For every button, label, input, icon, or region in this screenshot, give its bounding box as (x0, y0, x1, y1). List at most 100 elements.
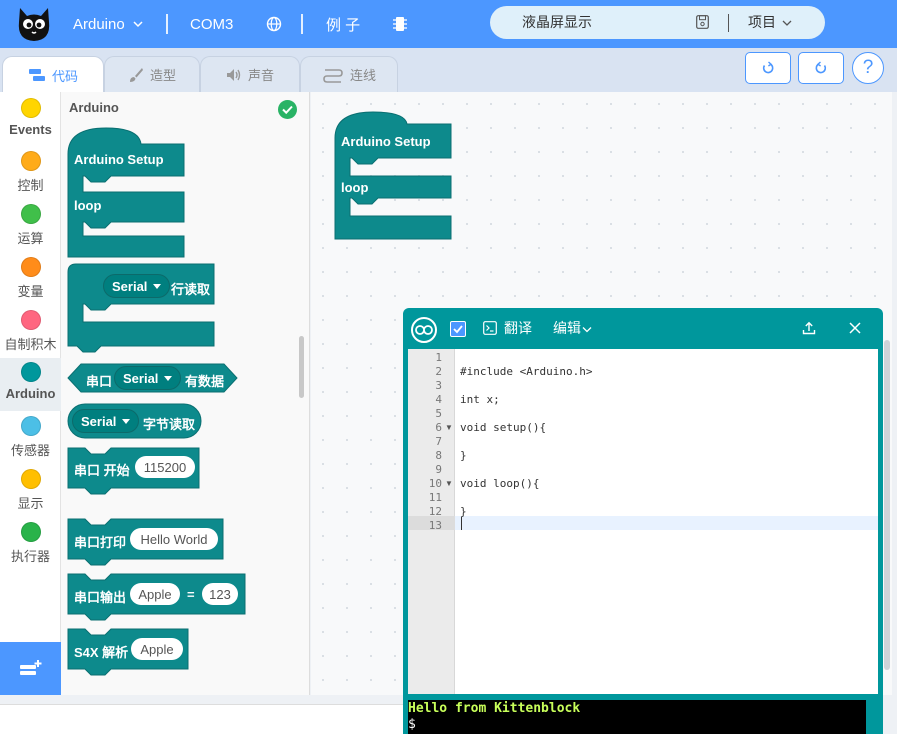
chevron-down-icon (582, 327, 592, 333)
block-label: 串口打印 (74, 535, 127, 550)
code-line: } (460, 449, 467, 462)
code-line: #include <Arduino.h> (460, 365, 593, 378)
tab-costume-label: 造型 (149, 68, 176, 83)
block-label: 有数据 (185, 374, 225, 389)
code-panel-header: 翻译 编辑 (403, 308, 883, 349)
chevron-down-icon (782, 20, 792, 26)
line-number: 6 (435, 421, 442, 434)
serial-dropdown[interactable]: Serial (114, 366, 182, 390)
baud-input[interactable]: 115200 (135, 456, 195, 478)
tab-wiring[interactable]: 连线 (300, 56, 398, 92)
block-arduino-setup[interactable] (67, 127, 185, 258)
category-label: Arduino (5, 386, 56, 401)
kittenblock-logo-icon[interactable] (14, 4, 54, 44)
board-selector[interactable]: Arduino (73, 0, 143, 48)
tab-code[interactable]: 代码 (2, 56, 104, 93)
fold-arrow-icon[interactable]: ▼ (445, 423, 453, 432)
category-label: 传感器 (10, 443, 50, 458)
block-label: 行读取 (171, 282, 211, 297)
category-label: 自制积木 (4, 337, 57, 352)
status-bar (0, 704, 403, 734)
upload-icon[interactable] (802, 321, 816, 335)
category-menu: Events 控制 运算 变量 自制积木 Arduino 传感器 显示 执行器 (0, 92, 61, 695)
block-label: 字节读取 (143, 417, 196, 432)
arduino-code-panel: 翻译 编辑 1 2 3 4 5 6 7 8 9 10 11 12 13 ▼ ▼ … (403, 308, 883, 734)
workspace-scrollbar[interactable] (884, 340, 890, 670)
undo-icon (762, 61, 774, 74)
chevron-down-icon (133, 21, 143, 28)
examples-menu[interactable]: 例 子 (326, 0, 360, 48)
tab-costume[interactable]: 造型 (104, 56, 200, 92)
category-display[interactable]: 显示 (0, 465, 61, 518)
print-value-input[interactable]: Hello World (130, 528, 218, 550)
category-label: 变量 (17, 284, 44, 299)
tab-sound-label: 声音 (247, 68, 274, 83)
close-icon[interactable] (849, 322, 861, 334)
category-dot (20, 151, 41, 171)
project-menu[interactable]: 项目 (748, 6, 792, 39)
serial-dropdown[interactable]: Serial (103, 274, 171, 298)
category-variables[interactable]: 变量 (0, 253, 61, 306)
block-label: S4X 解析 (74, 645, 129, 660)
category-actuators[interactable]: 执行器 (0, 518, 61, 571)
category-dot (20, 416, 41, 436)
output-key-input[interactable]: Apple (130, 583, 180, 605)
top-menu-bar: Arduino COM3 例 子 液晶屏显示 项目 (0, 0, 897, 48)
category-label: 运算 (17, 231, 44, 246)
line-number: 13 (428, 519, 442, 532)
redo-button[interactable] (798, 52, 844, 84)
line-number: 4 (435, 393, 442, 406)
code-line: int x; (460, 393, 500, 406)
serial-dropdown[interactable]: Serial (72, 409, 140, 433)
add-extension-button[interactable] (0, 642, 61, 695)
checkbox-checked-icon[interactable] (450, 321, 466, 337)
category-label: 执行器 (10, 549, 50, 564)
category-operators[interactable]: 运算 (0, 200, 61, 253)
dropdown-label: Serial (123, 370, 159, 386)
translate-button[interactable]: 翻译 (504, 308, 532, 349)
project-name-input[interactable]: 液晶屏显示 (522, 6, 592, 39)
block-label: loop (341, 180, 369, 195)
brush-icon (129, 67, 143, 82)
category-dot (20, 98, 41, 118)
category-control[interactable]: 控制 (0, 147, 61, 200)
line-number: 2 (435, 365, 442, 378)
text-cursor (461, 517, 462, 530)
line-number: 7 (435, 435, 442, 448)
dropdown-label: Serial (81, 413, 117, 429)
save-icon[interactable] (696, 15, 709, 29)
language-button[interactable] (266, 0, 282, 48)
workspace-blocks-canvas (334, 111, 452, 240)
add-extension-icon (19, 659, 41, 675)
wire-icon (323, 68, 343, 83)
tab-sound[interactable]: 声音 (200, 56, 300, 92)
line-number: 9 (435, 463, 442, 476)
line-number: 5 (435, 407, 442, 420)
category-sensors[interactable]: 传感器 (0, 412, 61, 465)
help-button[interactable]: ? (852, 52, 884, 84)
block-label: Arduino Setup (74, 152, 164, 167)
project-menu-label: 项目 (748, 14, 776, 30)
category-label: 控制 (17, 178, 44, 193)
serial-console[interactable]: Hello from Kittenblock $ (408, 700, 866, 734)
s4x-value-input[interactable]: Apple (131, 638, 183, 660)
arduino-logo-icon (411, 317, 437, 343)
category-dot (20, 469, 41, 489)
line-number: 11 (428, 491, 442, 504)
code-editor[interactable]: 1 2 3 4 5 6 7 8 9 10 11 12 13 ▼ ▼ #inclu… (408, 349, 878, 694)
category-events[interactable]: Events (0, 94, 61, 147)
block-label: 串口输出 (74, 590, 127, 605)
fold-arrow-icon[interactable]: ▼ (445, 479, 453, 488)
firmware-button[interactable] (392, 0, 408, 48)
undo-button[interactable] (745, 52, 791, 84)
port-selector[interactable]: COM3 (190, 0, 233, 48)
workspace-block-arduino-setup[interactable] (334, 111, 452, 240)
dropdown-label: Serial (112, 278, 148, 294)
category-my-blocks[interactable]: 自制积木 (0, 306, 61, 359)
category-arduino[interactable]: Arduino (0, 358, 61, 411)
category-label: 显示 (17, 496, 44, 511)
output-value-input[interactable]: 123 (202, 583, 238, 605)
code-line: void loop(){ (460, 477, 540, 490)
edit-menu[interactable]: 编辑 (553, 308, 581, 349)
equals-label: = (187, 587, 195, 602)
